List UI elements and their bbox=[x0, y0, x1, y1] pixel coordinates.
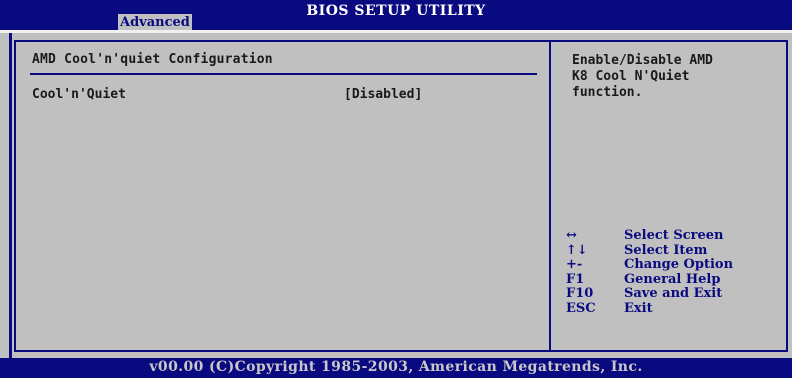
key-desc: Select Screen bbox=[624, 228, 724, 243]
key-esc: ESC bbox=[566, 300, 596, 316]
setting-row-coolnquiet[interactable]: Cool'n'Quiet [Disabled] bbox=[32, 87, 532, 105]
panel-divider bbox=[549, 40, 551, 352]
key-row-save-exit: F10 Save and Exit bbox=[566, 287, 786, 302]
up-down-arrow-icon: ↑↓ bbox=[566, 242, 588, 258]
key-desc: Save and Exit bbox=[624, 286, 723, 302]
key-row-change-option: +- Change Option bbox=[566, 258, 786, 273]
key-row-general-help: F1 General Help bbox=[566, 271, 786, 288]
title-separator bbox=[0, 30, 792, 33]
left-border bbox=[9, 33, 12, 358]
key-row-select-item: ↑↓ Select Item bbox=[566, 242, 786, 259]
key-f1: F1 bbox=[566, 271, 585, 287]
copyright-text: v00.00 (C)Copyright 1985-2003, American … bbox=[149, 359, 643, 375]
help-text: Enable/Disable AMD K8 Cool N'Quiet funct… bbox=[572, 53, 713, 100]
key-desc: Change Option bbox=[624, 257, 734, 273]
section-rule bbox=[30, 73, 537, 75]
key-legend: ↔ Select Screen ↑↓ Select Item +- Change… bbox=[566, 228, 786, 317]
key-desc: Exit bbox=[624, 300, 653, 316]
left-right-arrow-icon: ↔ bbox=[566, 228, 577, 243]
key-desc: General Help bbox=[624, 271, 721, 287]
section-title: AMD Cool'n'quiet Configuration bbox=[32, 52, 273, 67]
key-row-exit: ESC Exit bbox=[566, 300, 786, 317]
setting-value[interactable]: [Disabled] bbox=[344, 87, 422, 102]
footer-bar: v00.00 (C)Copyright 1985-2003, American … bbox=[0, 358, 792, 378]
setting-label: Cool'n'Quiet bbox=[32, 87, 126, 102]
tab-advanced[interactable]: Advanced bbox=[118, 14, 192, 30]
key-desc: Select Item bbox=[624, 242, 708, 258]
title-bar: BIOS SETUP UTILITY Advanced bbox=[0, 0, 792, 30]
key-f10: F10 bbox=[566, 286, 594, 302]
key-row-select-screen: ↔ Select Screen bbox=[566, 228, 786, 244]
plus-minus-icon: +- bbox=[566, 257, 583, 273]
bios-screen: BIOS SETUP UTILITY Advanced AMD Cool'n'q… bbox=[0, 0, 792, 378]
